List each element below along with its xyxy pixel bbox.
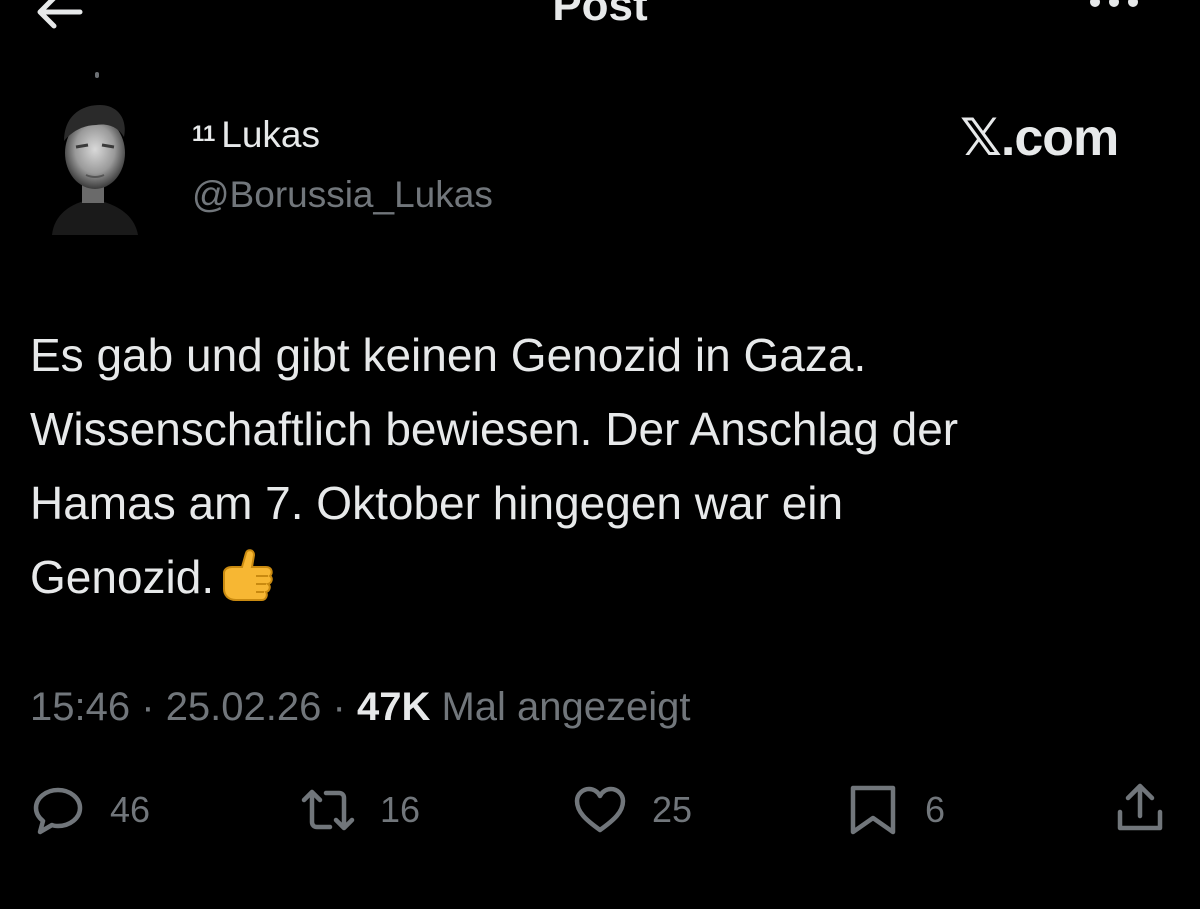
avatar[interactable] bbox=[40, 95, 150, 235]
post-line: Es gab und gibt keinen Genozid in Gaza. bbox=[30, 329, 867, 381]
thumbs-up-icon bbox=[223, 549, 273, 601]
post-text: Es gab und gibt keinen Genozid in Gaza. … bbox=[30, 318, 1160, 614]
view-count: 47K bbox=[356, 685, 431, 729]
post-time: 15:46 bbox=[30, 685, 131, 729]
reply-count: 46 bbox=[110, 789, 151, 830]
meta-separator: · bbox=[332, 685, 346, 729]
bookmark-count: 6 bbox=[925, 789, 946, 830]
author-superscript: 11 bbox=[192, 121, 216, 146]
watermark-logo: 𝕏.com bbox=[960, 109, 1119, 167]
repost-arrows-icon bbox=[301, 789, 355, 831]
top-bar: Post bbox=[0, 0, 1200, 40]
repost-button[interactable]: 16 bbox=[300, 782, 420, 838]
post-line-last: Genozid. bbox=[30, 540, 1160, 614]
share-upload-icon bbox=[1117, 783, 1163, 831]
post-line: Wissenschaftlich bewiesen. Der Anschlag … bbox=[30, 403, 959, 455]
thread-dot bbox=[95, 72, 99, 78]
repost-count: 16 bbox=[380, 789, 421, 830]
reply-button[interactable]: 46 bbox=[30, 782, 150, 838]
post-date: 25.02.26 bbox=[165, 685, 322, 729]
post-line: Hamas am 7. Oktober hingegen war ein bbox=[30, 477, 844, 529]
author-name: Lukas bbox=[221, 114, 320, 155]
post-meta: 15:46 · 25.02.26 · 47K Mal angezeigt bbox=[30, 682, 691, 732]
meta-separator: · bbox=[141, 685, 155, 729]
like-count: 25 bbox=[652, 789, 693, 830]
author-handle[interactable]: @Borussia_Lukas bbox=[192, 172, 493, 218]
page-title: Post bbox=[552, 0, 648, 30]
bookmark-icon bbox=[850, 785, 896, 835]
like-button[interactable]: 25 bbox=[572, 782, 692, 838]
heart-icon bbox=[574, 786, 626, 833]
views-label: Mal angezeigt bbox=[441, 685, 691, 729]
speech-bubble-icon bbox=[33, 787, 83, 835]
share-button[interactable] bbox=[1112, 780, 1168, 836]
post-line-text: Genozid. bbox=[30, 551, 215, 603]
more-horizontal-icon[interactable] bbox=[1085, 0, 1145, 18]
author-display-name[interactable]: 11 Lukas bbox=[192, 112, 320, 163]
bookmark-button[interactable]: 6 bbox=[845, 782, 945, 838]
